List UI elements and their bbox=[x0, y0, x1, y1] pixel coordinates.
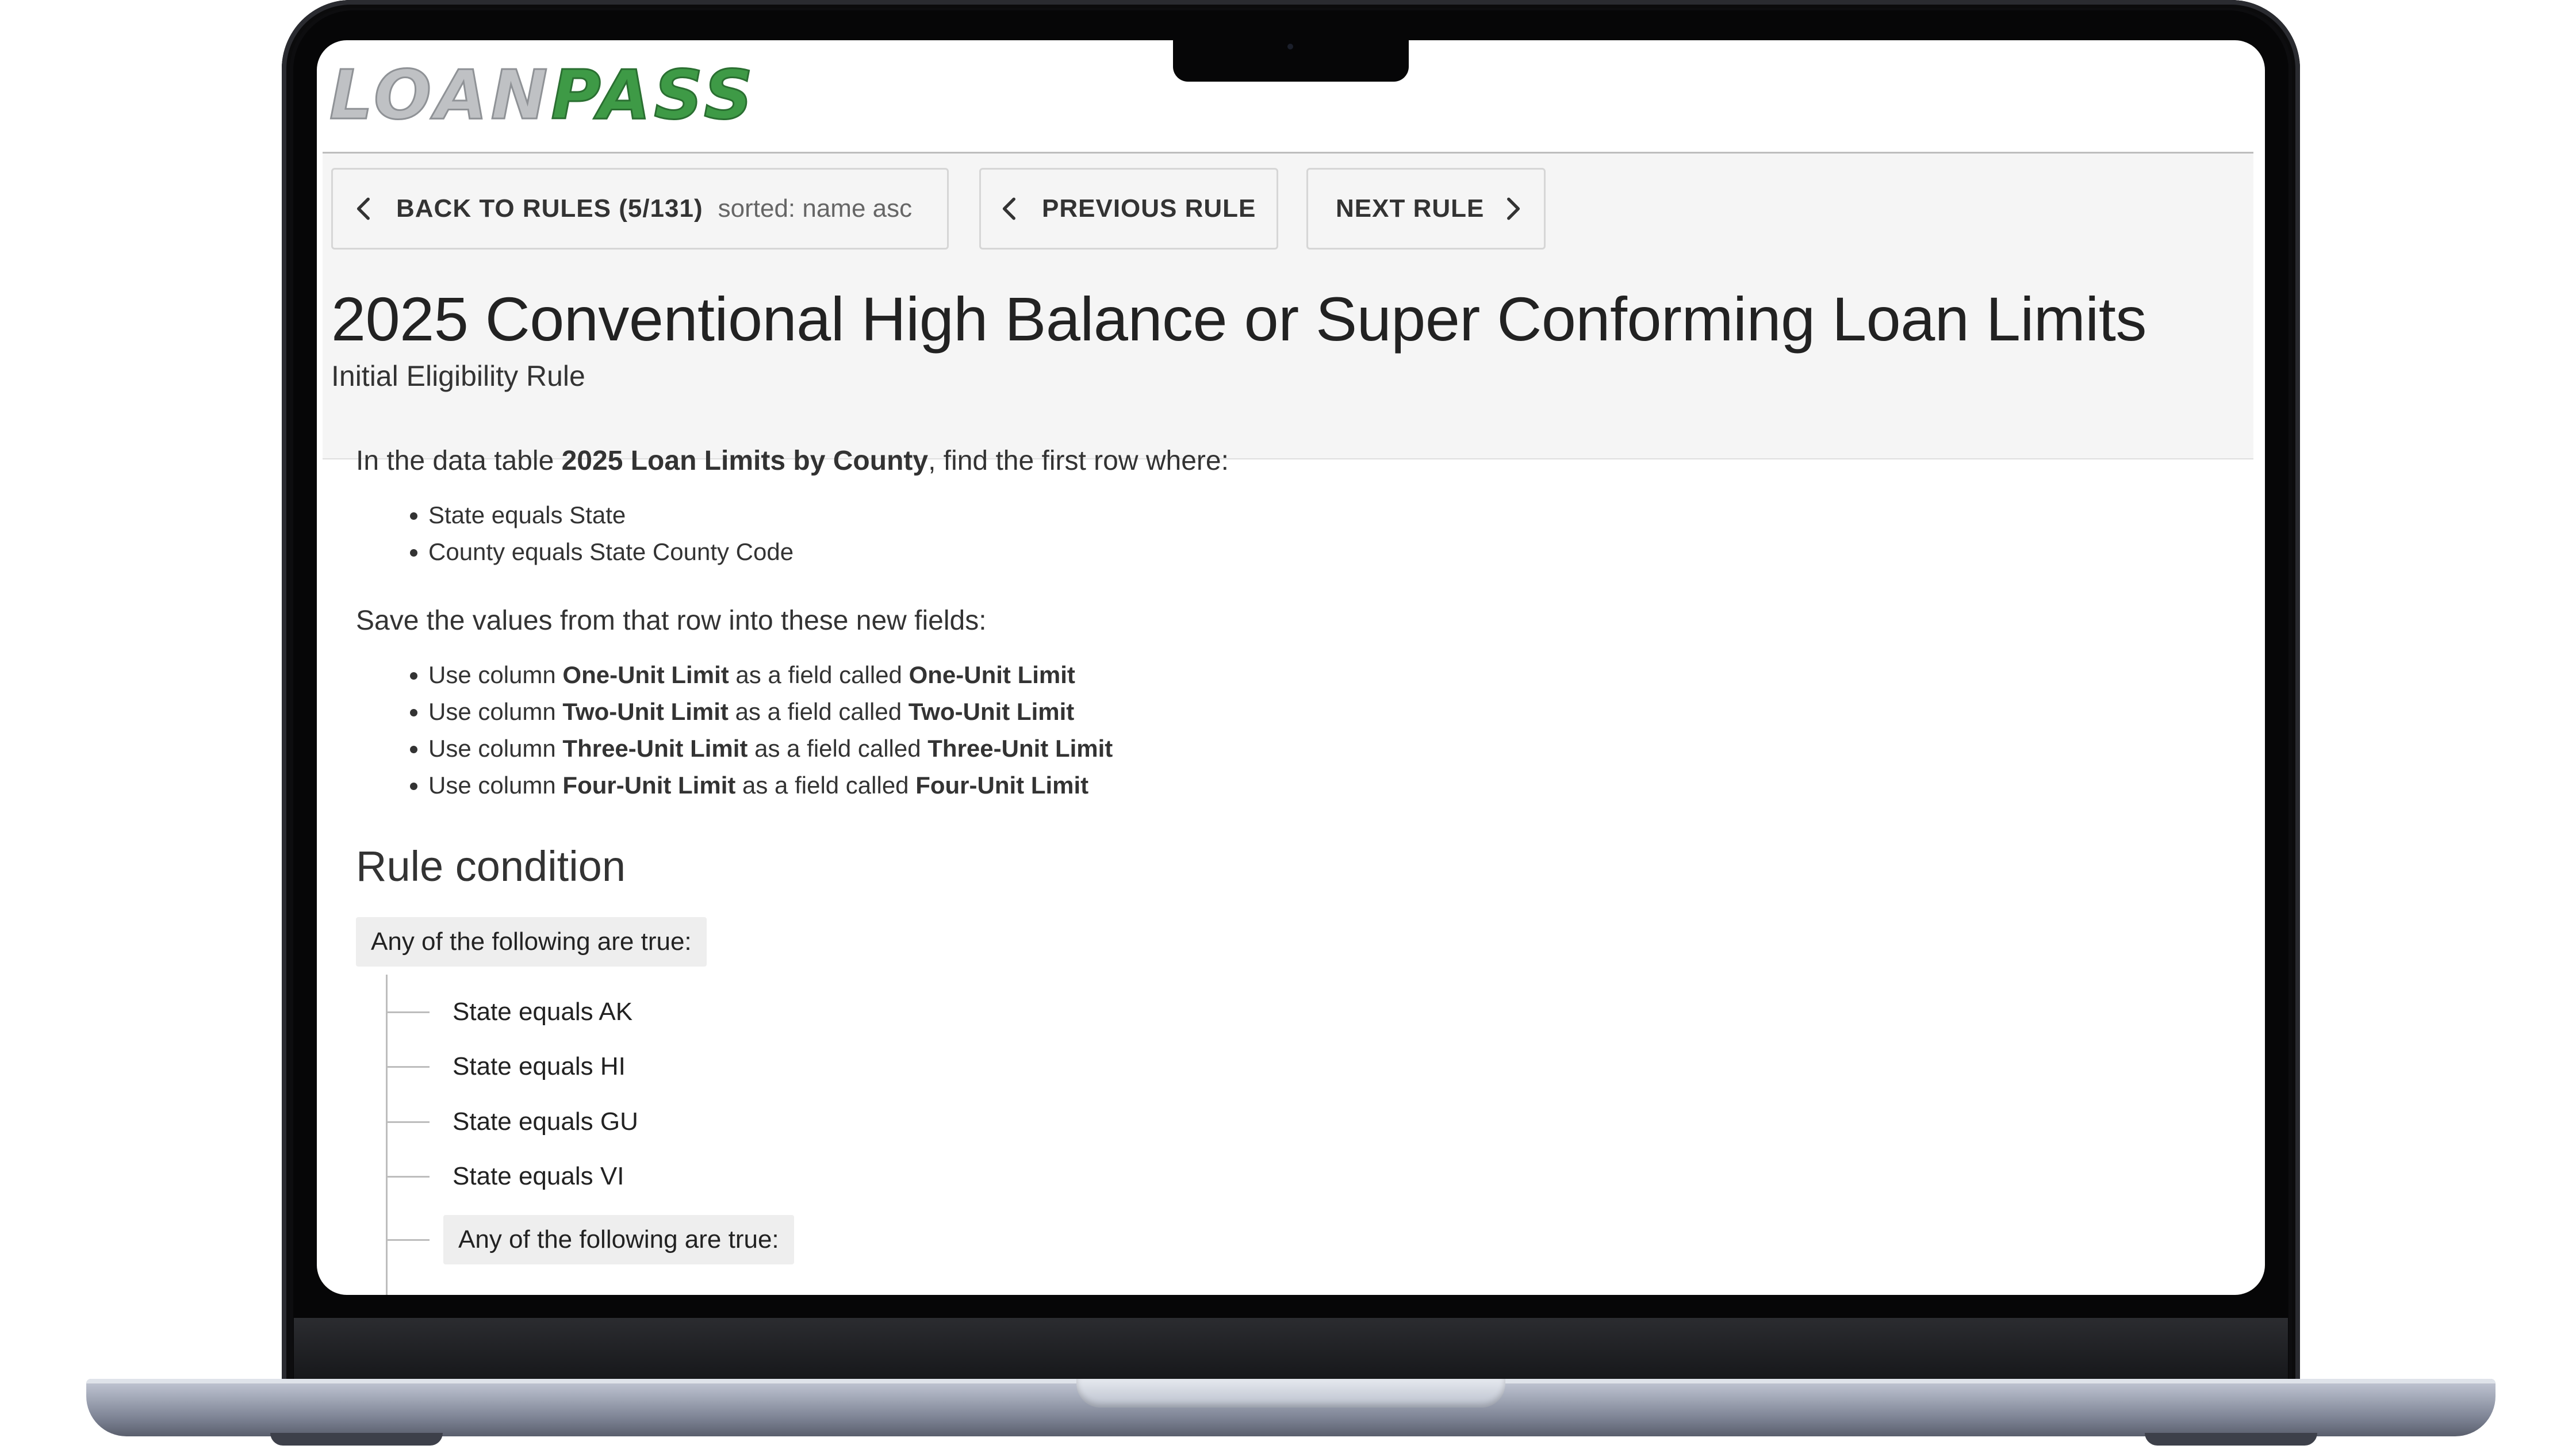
condition-item: State equals AK bbox=[386, 998, 632, 1026]
data-table-name[interactable]: 2025 Loan Limits by County bbox=[562, 446, 928, 476]
condition-item: State equals VI bbox=[386, 1162, 624, 1191]
field-mappings: Use column One-Unit Limit as a field cal… bbox=[356, 657, 2242, 804]
condition-group-label: Any of the following are true: bbox=[356, 917, 707, 967]
sort-indicator: sorted: name asc bbox=[718, 194, 913, 223]
rule-type: Initial Eligibility Rule bbox=[331, 360, 585, 392]
list-item: State equals State bbox=[428, 497, 2242, 534]
condition-item: State equals GU bbox=[386, 1107, 638, 1136]
page-title: 2025 Conventional High Balance or Super … bbox=[331, 284, 2146, 354]
list-item: County equals State County Code bbox=[428, 534, 2242, 570]
previous-rule-label: PREVIOUS RULE bbox=[1042, 194, 1256, 223]
next-rule-label: NEXT RULE bbox=[1336, 194, 1485, 223]
list-item: Use column Four-Unit Limit as a field ca… bbox=[428, 767, 2242, 804]
chevron-left-icon bbox=[356, 197, 370, 220]
condition-tree: State equals AK State equals HI State eq… bbox=[386, 975, 2242, 1295]
camera-icon bbox=[1287, 44, 1293, 49]
screen: LOAN PASS BACK TO RULES (5/131) sorted: n… bbox=[317, 40, 2265, 1295]
laptop-chin bbox=[294, 1318, 2288, 1381]
save-values-text: Save the values from that row into these… bbox=[356, 605, 987, 636]
chevron-left-icon bbox=[1002, 197, 1015, 220]
list-item: Use column Three-Unit Limit as a field c… bbox=[428, 730, 2242, 767]
rule-body: In the data table 2025 Loan Limits by Co… bbox=[356, 443, 2242, 1295]
back-to-rules-label: BACK TO RULES (5/131) bbox=[396, 194, 703, 223]
list-item: Use column One-Unit Limit as a field cal… bbox=[428, 657, 2242, 693]
nested-condition-group: Any of the following are true: bbox=[386, 1215, 794, 1264]
list-item: Use column Two-Unit Limit as a field cal… bbox=[428, 693, 2242, 730]
loanpass-logo[interactable]: LOAN PASS bbox=[328, 55, 756, 136]
trackpad-notch bbox=[1076, 1379, 1505, 1408]
previous-rule-button[interactable]: PREVIOUS RULE bbox=[979, 168, 1278, 250]
lookup-conditions: State equals State County equals State C… bbox=[356, 497, 2242, 570]
next-rule-button[interactable]: NEXT RULE bbox=[1306, 168, 1546, 250]
chevron-right-icon bbox=[1507, 197, 1520, 220]
rule-header: BACK TO RULES (5/131) sorted: name asc P… bbox=[323, 154, 2253, 459]
rule-condition-heading: Rule condition bbox=[356, 842, 626, 890]
lookup-intro: In the data table 2025 Loan Limits by Co… bbox=[356, 446, 1229, 476]
back-to-rules-button[interactable]: BACK TO RULES (5/131) sorted: name asc bbox=[331, 168, 949, 250]
condition-item: State equals HI bbox=[386, 1052, 626, 1081]
